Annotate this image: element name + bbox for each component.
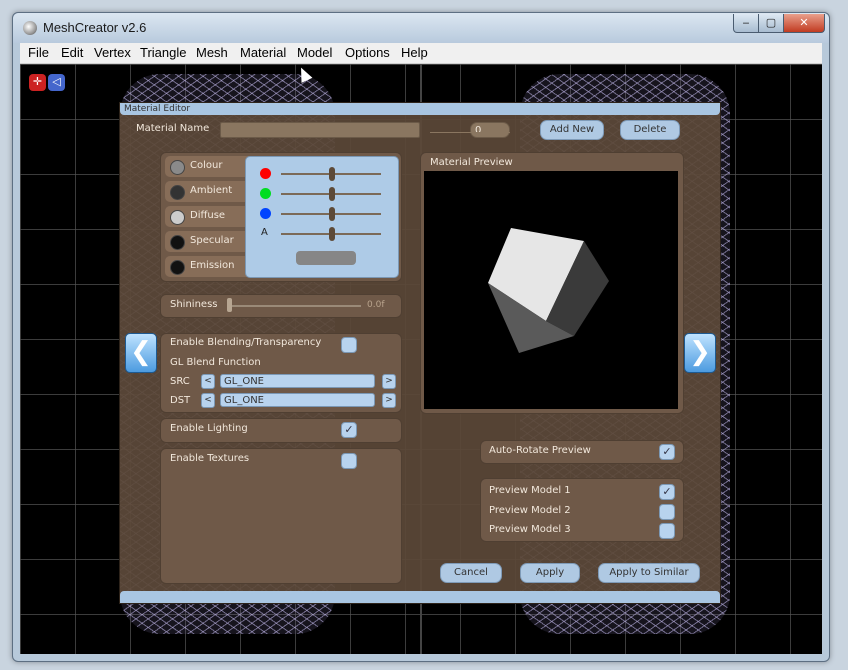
blend-function-label: GL Blend Function xyxy=(170,357,261,368)
preview-model-3-checkbox[interactable] xyxy=(659,523,675,539)
dst-label: DST xyxy=(170,395,191,406)
green-slider-handle[interactable] xyxy=(329,187,335,201)
emission-row[interactable]: Emission xyxy=(165,256,257,277)
material-name-label: Material Name xyxy=(136,123,210,134)
specular-row[interactable]: Specular xyxy=(165,231,257,252)
menu-model[interactable]: Model xyxy=(297,45,332,60)
sound-tool-icon[interactable]: ◁ xyxy=(48,74,65,91)
textures-panel: Enable Textures xyxy=(160,448,402,584)
close-button[interactable]: ✕ xyxy=(783,14,825,33)
ambient-swatch xyxy=(170,185,185,200)
src-select[interactable]: GL_ONE xyxy=(220,374,375,388)
color-picker-box: A xyxy=(245,156,399,278)
red-channel-icon xyxy=(260,168,271,179)
green-channel-icon xyxy=(260,188,271,199)
alpha-channel-label: A xyxy=(261,227,268,238)
editor-header[interactable]: Material Editor xyxy=(120,103,720,115)
colour-row[interactable]: Colour xyxy=(165,156,257,177)
cancel-button[interactable]: Cancel xyxy=(440,563,502,583)
menu-options[interactable]: Options xyxy=(345,45,390,60)
colour-label: Colour xyxy=(190,160,223,171)
emission-label: Emission xyxy=(190,260,235,271)
material-index-field[interactable]: 0 xyxy=(470,122,510,138)
src-label: SRC xyxy=(170,376,190,387)
menu-mesh[interactable]: Mesh xyxy=(196,45,228,60)
emission-swatch xyxy=(170,260,185,275)
editor-title: Material Editor xyxy=(124,104,191,114)
specular-swatch xyxy=(170,235,185,250)
lighting-panel: Enable Lighting ✓ xyxy=(160,418,402,443)
apply-to-similar-button[interactable]: Apply to Similar xyxy=(598,563,700,583)
dst-select[interactable]: GL_ONE xyxy=(220,393,375,407)
material-name-input[interactable] xyxy=(220,122,420,138)
specular-label: Specular xyxy=(190,235,234,246)
menu-edit[interactable]: Edit xyxy=(61,45,83,60)
maximize-button[interactable]: ▢ xyxy=(758,14,784,33)
red-slider-handle[interactable] xyxy=(329,167,335,181)
minimize-button[interactable]: ‒ xyxy=(733,14,759,33)
preview-model-2-label: Preview Model 2 xyxy=(489,505,571,516)
shininess-value: 0.0f xyxy=(367,300,385,310)
menu-vertex[interactable]: Vertex xyxy=(94,45,131,60)
src-prev-button[interactable]: < xyxy=(201,374,215,389)
alpha-slider-handle[interactable] xyxy=(329,227,335,241)
dst-next-button[interactable]: > xyxy=(382,393,396,408)
separator xyxy=(430,132,510,133)
textures-label: Enable Textures xyxy=(170,453,250,464)
move-tool-icon[interactable]: ✛ xyxy=(29,74,46,91)
auto-rotate-checkbox[interactable]: ✓ xyxy=(659,444,675,460)
menu-triangle[interactable]: Triangle xyxy=(140,45,186,60)
textures-checkbox[interactable] xyxy=(341,453,357,469)
add-new-button[interactable]: Add New xyxy=(540,120,604,140)
previous-material-button[interactable]: ❮ xyxy=(125,333,157,373)
shininess-panel: Shininess 0.0f xyxy=(160,294,402,318)
next-material-button[interactable]: ❯ xyxy=(684,333,716,373)
preview-cube-icon xyxy=(488,228,609,353)
diffuse-row[interactable]: Diffuse xyxy=(165,206,257,227)
preview-models-panel: Preview Model 1 ✓ Preview Model 2 Previe… xyxy=(480,478,684,542)
blue-slider-handle[interactable] xyxy=(329,207,335,221)
preview-model-1-label: Preview Model 1 xyxy=(489,485,571,496)
shininess-slider-track[interactable] xyxy=(229,305,361,307)
menu-material[interactable]: Material xyxy=(240,45,286,60)
window-title: MeshCreator v2.6 xyxy=(43,20,147,35)
blending-checkbox[interactable] xyxy=(341,337,357,353)
color-preview-swatch xyxy=(296,251,356,265)
shininess-label: Shininess xyxy=(170,299,218,310)
lighting-checkbox[interactable]: ✓ xyxy=(341,422,357,438)
menu-help[interactable]: Help xyxy=(401,45,428,60)
diffuse-label: Diffuse xyxy=(190,210,226,221)
preview-model-2-checkbox[interactable] xyxy=(659,504,675,520)
auto-rotate-panel: Auto-Rotate Preview ✓ xyxy=(480,440,684,464)
material-preview-canvas[interactable] xyxy=(424,171,678,409)
menu-file[interactable]: File xyxy=(28,45,49,60)
colour-swatch xyxy=(170,160,185,175)
shininess-slider-handle[interactable] xyxy=(227,298,232,312)
preview-model-1-checkbox[interactable]: ✓ xyxy=(659,484,675,500)
diffuse-swatch xyxy=(170,210,185,225)
auto-rotate-label: Auto-Rotate Preview xyxy=(489,445,591,456)
delete-button[interactable]: Delete xyxy=(620,120,680,140)
ambient-row[interactable]: Ambient xyxy=(165,181,257,202)
apply-button[interactable]: Apply xyxy=(520,563,580,583)
material-preview-label: Material Preview xyxy=(430,157,513,168)
blending-label: Enable Blending/Transparency xyxy=(170,337,322,348)
src-next-button[interactable]: > xyxy=(382,374,396,389)
ambient-label: Ambient xyxy=(190,185,233,196)
app-icon xyxy=(23,21,37,35)
blending-panel: Enable Blending/Transparency GL Blend Fu… xyxy=(160,333,402,413)
blue-channel-icon xyxy=(260,208,271,219)
preview-model-3-label: Preview Model 3 xyxy=(489,524,571,535)
lighting-label: Enable Lighting xyxy=(170,423,248,434)
menu-bar: File Edit Vertex Triangle Mesh Material … xyxy=(20,43,822,64)
title-bar[interactable]: MeshCreator v2.6 ‒ ▢ ✕ xyxy=(13,13,829,43)
dst-prev-button[interactable]: < xyxy=(201,393,215,408)
editor-footer xyxy=(120,591,720,603)
